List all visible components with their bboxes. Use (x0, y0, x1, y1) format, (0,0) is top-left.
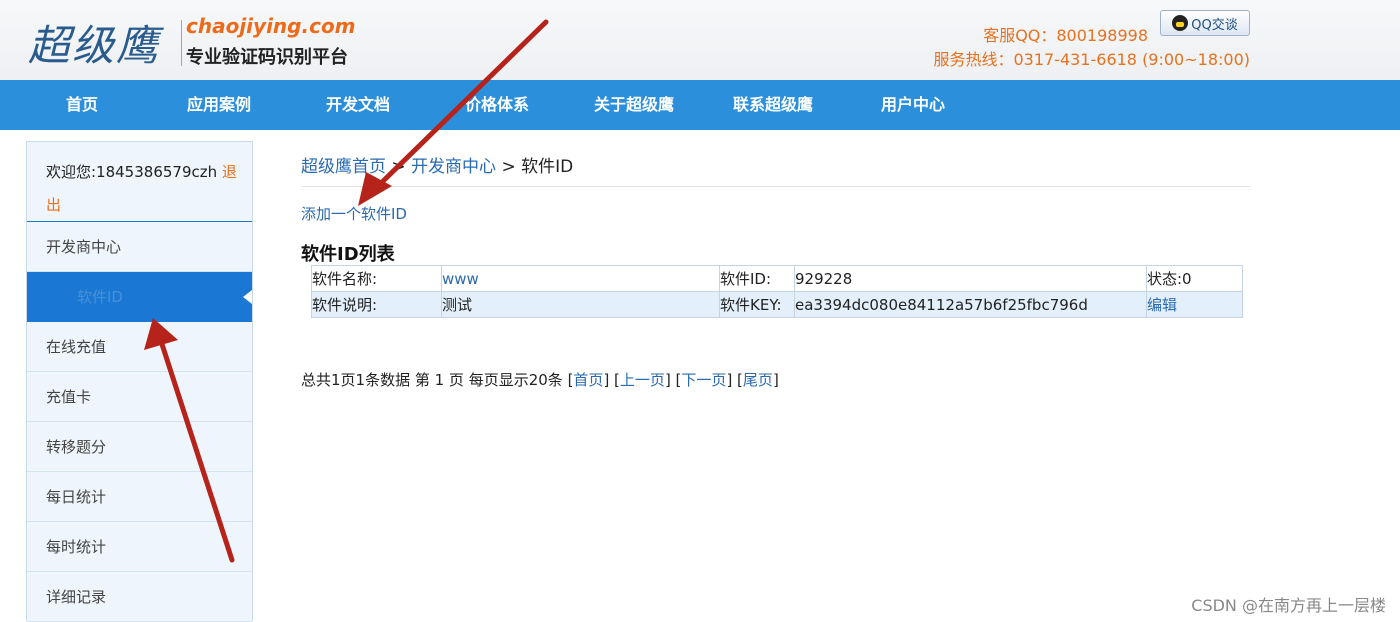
logo-domain[interactable]: chaojiying.com (186, 14, 356, 38)
edit-link[interactable]: 编辑 (1146, 291, 1243, 318)
pager-last[interactable]: 尾页 (743, 371, 773, 389)
breadcrumb: 超级鹰首页 > 开发商中心 > 软件ID (301, 152, 573, 177)
sidebar-item-daily-stats[interactable]: 每日统计 (27, 472, 252, 522)
table-row: 软件说明: 测试 软件KEY: ea3394dc080e84112a57b6f2… (311, 291, 1243, 318)
main-nav: 首页 应用案例 开发文档 价格体系 关于超级鹰 联系超级鹰 用户中心 (0, 80, 1400, 130)
csdn-watermark: CSDN @在南方再上一层楼 (1191, 596, 1386, 615)
table-row: 软件名称: www 软件ID: 929228 状态:0 (311, 265, 1243, 292)
id-value: 929228 (794, 265, 1147, 292)
logo-tagline: 专业验证码识别平台 (186, 47, 348, 68)
sidebar-item-card[interactable]: 充值卡 (27, 372, 252, 422)
sidebar-item-transfer[interactable]: 转移题分 (27, 422, 252, 472)
qq-penguin-icon (1172, 15, 1189, 31)
breadcrumb-separator: > (496, 157, 522, 177)
nav-pricing[interactable]: 价格体系 (465, 80, 529, 130)
welcome-text: 欢迎您:1845386579czh (46, 163, 218, 181)
name-value[interactable]: www (441, 265, 720, 292)
breadcrumb-dev-center[interactable]: 开发商中心 (411, 157, 496, 177)
id-label: 软件ID: (719, 265, 795, 292)
key-value: ea3394dc080e84112a57b6f25fbc796d (794, 291, 1147, 318)
pager-first[interactable]: 首页 (573, 371, 603, 389)
site-header: 超级鹰 chaojiying.com 专业验证码识别平台 客服QQ：800198… (0, 0, 1400, 80)
key-label: 软件KEY: (719, 291, 795, 318)
sidebar-item-label: 软件ID (77, 288, 123, 306)
sidebar: 欢迎您:1845386579czh 退出 开发商中心 软件ID 在线充值 充值卡… (26, 141, 253, 622)
pagination: 总共1页1条数据 第 1 页 每页显示20条 [首页] [上一页] [下一页] … (301, 371, 779, 389)
list-title: 软件ID列表 (301, 244, 395, 265)
software-id-table: 软件名称: www 软件ID: 929228 状态:0 软件说明: 测试 软件K… (311, 265, 1243, 318)
status-value: 状态:0 (1146, 265, 1243, 292)
sidebar-item-detail-log[interactable]: 详细记录 (27, 572, 252, 622)
service-qq: 客服QQ：800198998 (983, 26, 1148, 45)
pager-summary: 总共1页1条数据 第 1 页 每页显示20条 (301, 371, 568, 389)
name-label: 软件名称: (311, 265, 442, 292)
breadcrumb-current: 软件ID (521, 157, 574, 177)
breadcrumb-home[interactable]: 超级鹰首页 (301, 157, 386, 177)
add-software-id-link[interactable]: 添加一个软件ID (301, 203, 407, 224)
qq-chat-label: QQ交谈 (1191, 17, 1238, 33)
logo-divider (181, 20, 182, 66)
sidebar-item-dev-center[interactable]: 开发商中心 (27, 222, 252, 272)
nav-contact[interactable]: 联系超级鹰 (733, 80, 813, 130)
active-pointer-icon (243, 290, 252, 304)
welcome-panel: 欢迎您:1845386579czh 退出 (27, 142, 252, 222)
pager-next[interactable]: 下一页 (681, 371, 726, 389)
logo-calligraphy[interactable]: 超级鹰 (28, 12, 160, 73)
sidebar-item-hourly-stats[interactable]: 每时统计 (27, 522, 252, 572)
nav-docs[interactable]: 开发文档 (326, 80, 390, 130)
desc-value: 测试 (441, 291, 720, 318)
breadcrumb-separator: > (386, 157, 412, 177)
qq-chat-button[interactable]: QQ交谈 (1160, 10, 1250, 36)
desc-label: 软件说明: (311, 291, 442, 318)
breadcrumb-divider (301, 186, 1251, 187)
service-phone: 服务热线：0317-431-6618 (9:00~18:00) (933, 50, 1250, 69)
nav-home[interactable]: 首页 (66, 80, 98, 130)
sidebar-item-recharge[interactable]: 在线充值 (27, 322, 252, 372)
nav-about[interactable]: 关于超级鹰 (594, 80, 674, 130)
sidebar-item-software-id[interactable]: 软件ID (27, 272, 252, 322)
nav-user-center[interactable]: 用户中心 (881, 80, 945, 130)
nav-cases[interactable]: 应用案例 (187, 80, 251, 130)
pager-prev[interactable]: 上一页 (620, 371, 665, 389)
